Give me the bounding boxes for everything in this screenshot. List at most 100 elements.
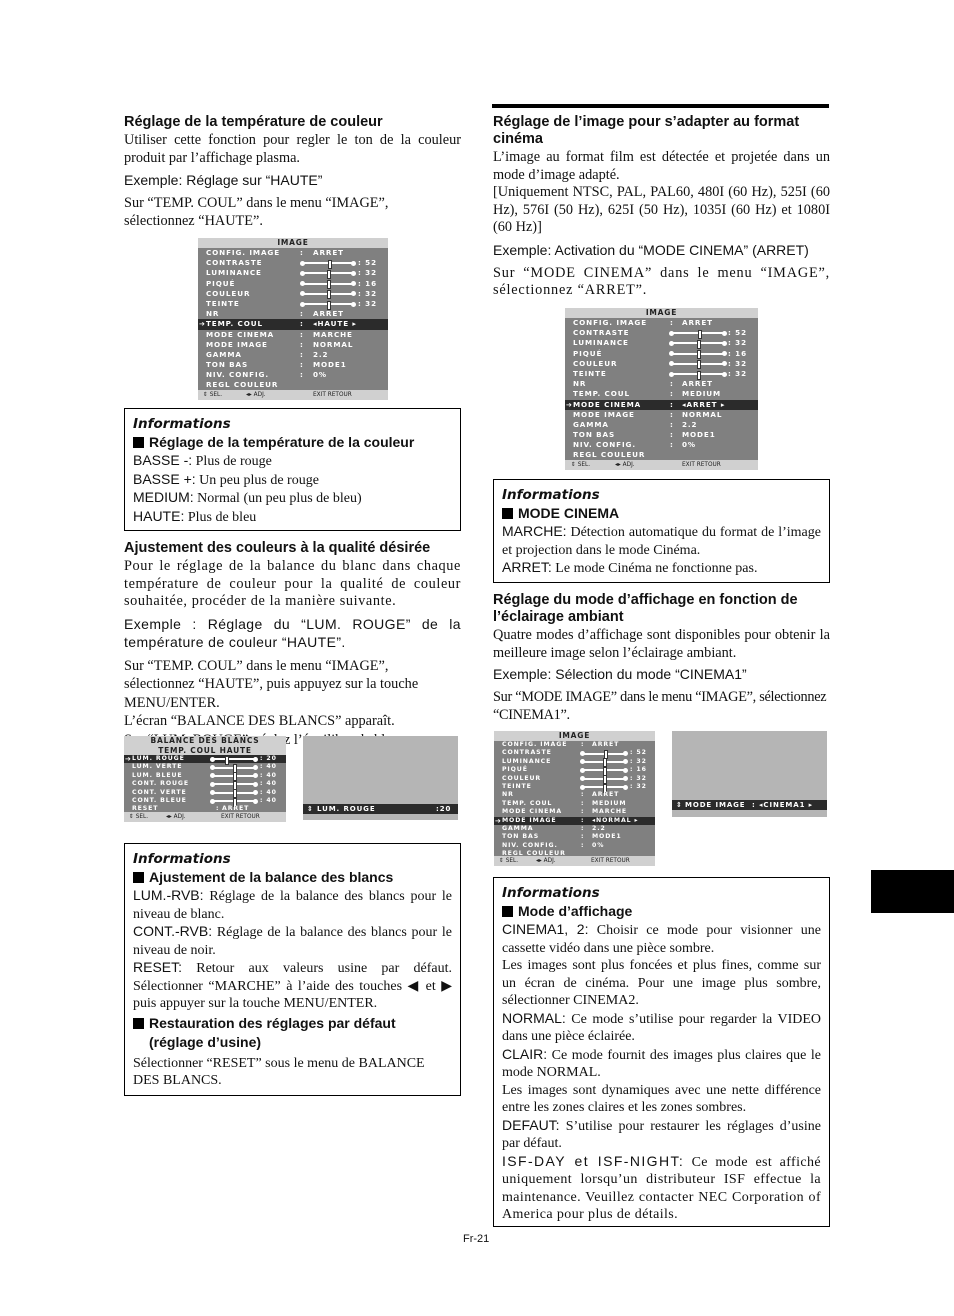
menu-row-colon: : [670, 440, 674, 450]
instruction-text-1: Sur “TEMP. COUL” dans le menu “IMAGE”, s… [124, 657, 419, 711]
menu-row[interactable]: TON BAS: MODE1 [494, 833, 655, 841]
menu-row[interactable]: TON BAS: MODE1 [198, 360, 388, 370]
plus-icon [253, 798, 258, 804]
menu-row[interactable]: COULEUR: 32 [198, 289, 388, 300]
menu-row-value: ◂HAUTE ▸ [313, 319, 357, 329]
plus-icon [253, 773, 258, 779]
minus-icon [300, 301, 305, 307]
info-key: MEDIUM: [133, 489, 194, 505]
menu-row[interactable]: NR: ARRET [565, 379, 758, 389]
menu-row-value: : 40 [260, 763, 277, 771]
minus-icon [669, 361, 674, 367]
info-text: Un peu plus de rouge [195, 472, 319, 488]
strip-label: MODE IMAGE [685, 801, 746, 809]
info-subtitle-2b: (réglage d’usine) [149, 1033, 262, 1050]
menu-row[interactable]: ➔ MODE CINEMA: ◂ARRET ▸ [565, 399, 758, 410]
menu-subtitle: TEMP. COUL HAUTE [124, 746, 286, 755]
menu-row[interactable]: NR: ARRET [494, 791, 655, 799]
menu-row-value: 0% [313, 370, 328, 380]
menu-row[interactable]: COULEUR: 32 [494, 775, 655, 785]
info-text: Le mode Cinéma ne fonctionne pas. [551, 561, 758, 576]
info-subtitle: MODE CINEMA [502, 504, 821, 523]
menu-row[interactable]: CONT. VERTE: 40 [124, 789, 286, 799]
menu-row[interactable]: PIQUÉ: 16 [565, 349, 758, 360]
menu-row[interactable]: CONFIG. IMAGE: ARRET [565, 318, 758, 328]
menu-row-label: GAMMA [502, 824, 534, 832]
menu-row[interactable]: CONT. ROUGE: 40 [124, 780, 286, 790]
menu-row[interactable]: CONFIG. IMAGE: ARRET [198, 248, 388, 258]
menu-row-colon: : [670, 430, 674, 440]
menu-row[interactable]: MODE IMAGE: NORMAL [565, 410, 758, 420]
menu-row-value: MODE1 [682, 430, 716, 440]
menu-row[interactable]: GAMMA:2.2 [198, 350, 388, 360]
menu-row-colon: : [670, 409, 674, 419]
menu-row[interactable]: NR: ARRET [198, 309, 388, 319]
minus-icon [210, 765, 215, 771]
menu-row[interactable]: TEINTE: 32 [565, 368, 758, 380]
menu-row[interactable]: COULEUR: 32 [565, 359, 758, 370]
menu-row-value: ◂ARRET ▸ [682, 399, 726, 409]
instruction-text-2: L’écran “BALANCE DES BLANCS” apparaît. [124, 713, 395, 729]
slider-bar [210, 755, 258, 765]
slider-bar [580, 775, 628, 785]
menu-row-value: MEDIUM [682, 389, 722, 399]
minus-icon [300, 291, 305, 297]
info-text: Ce mode fournit des images plus claires … [502, 1047, 821, 1081]
menu-row[interactable]: PIQUÉ: 16 [198, 279, 388, 290]
info-box-display-mode: Informations Mode d’affichage CINEMA1, 2… [493, 877, 830, 1227]
menu-row[interactable]: GAMMA:2.2 [494, 825, 655, 833]
menu-row-colon: : [300, 319, 304, 329]
menu-row[interactable]: MODE CINEMA: MARCHE [494, 808, 655, 816]
menu-row[interactable]: LUMINANCE: 32 [198, 268, 388, 279]
plus-icon [623, 776, 628, 782]
menu-row[interactable]: LUM. VERTE: 40 [124, 763, 286, 774]
menu-row[interactable]: MODE IMAGE: NORMAL [198, 340, 388, 350]
menu-row-value: MODE1 [313, 360, 347, 370]
menu-row-value: : 32 [728, 368, 747, 378]
menu-row[interactable]: LUM. BLEUE: 40 [124, 772, 286, 782]
menu-row-colon: : [300, 329, 304, 339]
slider-bar [580, 750, 628, 760]
menu-row[interactable]: LUMINANCE: 32 [565, 338, 758, 349]
menu-row[interactable]: TON BAS: MODE1 [565, 430, 758, 440]
info-final-line: Sélectionner “RESET” sous le menu de BAL… [133, 1055, 425, 1089]
menu-row[interactable]: PIQUÉ: 16 [494, 766, 655, 776]
menu-row[interactable]: TEMP. COUL: MEDIUM [494, 800, 655, 808]
menu-row[interactable]: NIV. CONFIG.:0% [494, 842, 655, 850]
square-bullet-icon [133, 437, 144, 448]
menu-row[interactable]: NIV. CONFIG.:0% [198, 370, 388, 380]
menu-row[interactable]: GAMMA:2.2 [565, 420, 758, 430]
menu-row[interactable]: ➔ MODE IMAGE: ◂NORMAL ▸ [494, 816, 655, 825]
adjust-strip: ⇕ LUM. ROUGE : 20 [303, 804, 458, 814]
menu-title: IMAGE [565, 308, 758, 318]
menu-row[interactable]: ➔ LUM. ROUGE: 20 [124, 755, 286, 765]
menu-row[interactable]: LUMINANCE: 32 [494, 758, 655, 768]
formats-text: [Uniquement NTSC, PAL, PAL60, 480I (60 H… [493, 184, 830, 235]
footer-return: EXIT RETOUR [221, 814, 260, 820]
menu-row-label: PIQUÉ [502, 766, 528, 774]
menu-row[interactable]: CONT. BLEUE: 40 [124, 797, 286, 807]
minus-icon [669, 351, 674, 357]
info-line: HAUTE: Plus de bleu [133, 508, 452, 527]
info-title: Informations [502, 885, 600, 901]
screen-mode-image: ⇕ MODE IMAGE : ◂CINEMA1 ▸ [672, 731, 827, 817]
menu-row[interactable]: CONFIG. IMAGE: ARRET [494, 741, 655, 749]
menu-row[interactable]: ➔ TEMP. COUL: ◂HAUTE ▸ [198, 319, 388, 330]
menu-row[interactable]: CONTRASTE: 52 [198, 258, 388, 269]
info-key: BASSE +: [133, 470, 196, 487]
menu-row[interactable]: TEINTE: 32 [494, 783, 655, 793]
menu-row[interactable]: MODE CINEMA: MARCHE [198, 330, 388, 340]
menu-row[interactable]: CONTRASTE: 52 [494, 749, 655, 760]
info-box-white-balance: Informations Ajustement de la balance de… [124, 843, 461, 1096]
menu-row[interactable]: CONTRASTE: 52 [565, 328, 758, 339]
menu-row[interactable]: TEINTE: 32 [198, 299, 388, 310]
osd-image-menu-mode: IMAGE CONFIG. IMAGE: ARRET CONTRASTE: 52 LUM… [494, 731, 655, 866]
slider-bar [300, 269, 356, 279]
minus-icon [669, 371, 674, 377]
menu-row[interactable]: TEMP. COUL: MEDIUM [565, 389, 758, 399]
menu-row[interactable]: NIV. CONFIG.:0% [565, 440, 758, 450]
plus-icon [722, 340, 727, 346]
menu-row-value: 0% [592, 841, 605, 849]
plus-icon [722, 361, 727, 367]
slider-bar [669, 329, 727, 339]
